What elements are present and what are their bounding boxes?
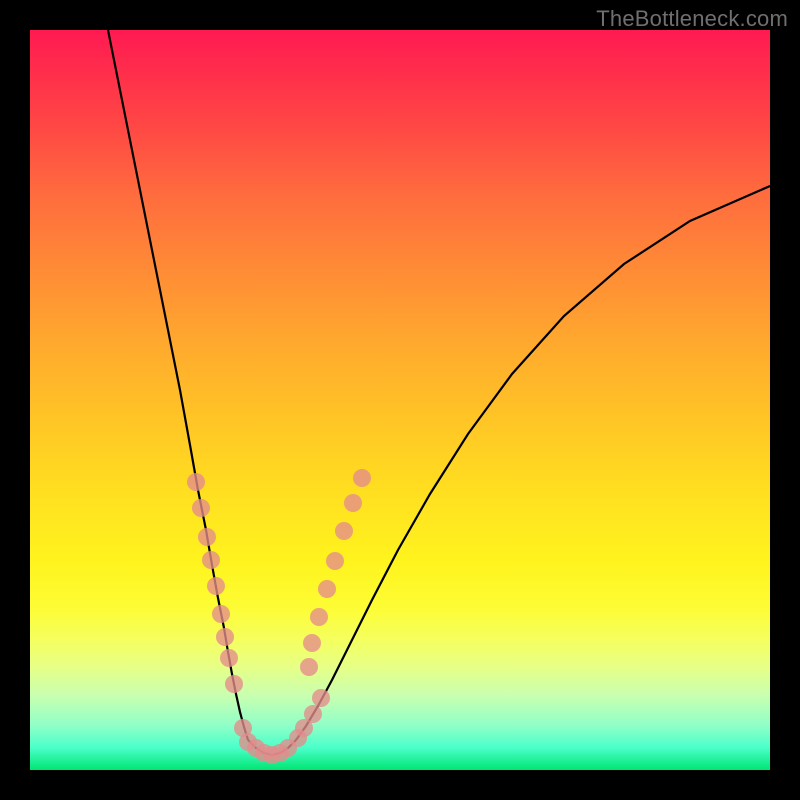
marker-point	[187, 473, 205, 491]
marker-point	[202, 551, 220, 569]
watermark-text: TheBottleneck.com	[596, 6, 788, 32]
marker-point	[207, 577, 225, 595]
marker-point	[192, 499, 210, 517]
marker-point	[212, 605, 230, 623]
marker-point	[344, 494, 362, 512]
marker-point	[225, 675, 243, 693]
marker-point	[335, 522, 353, 540]
marker-point	[310, 608, 328, 626]
marker-point	[326, 552, 344, 570]
marker-point	[312, 689, 330, 707]
marker-point	[220, 649, 238, 667]
marker-point	[353, 469, 371, 487]
marker-group	[187, 469, 371, 764]
curve-right-arm	[296, 186, 770, 740]
marker-point	[303, 634, 321, 652]
plot-canvas	[30, 30, 770, 770]
marker-point	[300, 658, 318, 676]
marker-point	[216, 628, 234, 646]
marker-point	[198, 528, 216, 546]
chart-frame	[30, 30, 770, 770]
marker-point	[318, 580, 336, 598]
marker-point	[304, 705, 322, 723]
